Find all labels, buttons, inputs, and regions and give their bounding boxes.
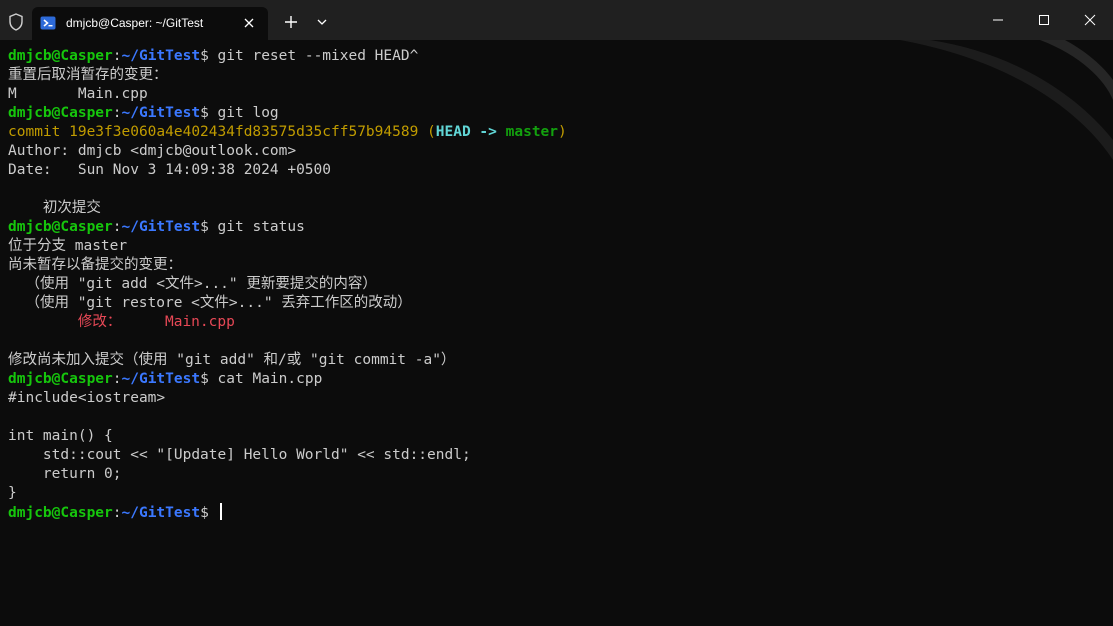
terminal-output[interactable]: dmjcb@Casper:~/GitTest$ git reset --mixe… (8, 47, 1108, 622)
prompt-user-host: dmjcb@Casper (8, 371, 113, 387)
commit-line: commit 19e3f3e060a4e402434fd83575d35cff5… (8, 123, 1108, 142)
tab-close-icon[interactable] (242, 16, 256, 30)
commit-label: commit (8, 124, 70, 140)
output-line: 尚未暂存以备提交的变更： (8, 257, 182, 273)
maximize-button[interactable] (1021, 0, 1067, 40)
minimize-button[interactable] (975, 0, 1021, 40)
prompt-separator: : (112, 105, 122, 121)
prompt-separator: : (112, 371, 122, 387)
prompt-path: ~/GitTest (121, 219, 201, 235)
prompt-separator: : (112, 505, 122, 521)
tab-gittest[interactable]: dmjcb@Casper: ~/GitTest (32, 7, 268, 40)
head-pointer: HEAD -> (435, 124, 506, 140)
command-text: git log (208, 105, 279, 121)
prompt-path: ~/GitTest (121, 505, 201, 521)
minimize-icon (993, 19, 1003, 21)
prompt-symbol: $ (200, 371, 209, 387)
prompt-user-host: dmjcb@Casper (8, 105, 113, 121)
commit-paren-open: ( (418, 124, 436, 140)
output-line: 初次提交 (8, 200, 101, 216)
prompt-line: dmjcb@Casper:~/GitTest$ git log (8, 104, 1108, 123)
prompt-user-host: dmjcb@Casper (8, 48, 113, 64)
prompt-line: dmjcb@Casper:~/GitTest$ git reset --mixe… (8, 47, 1108, 66)
code-line: #include<iostream> (8, 390, 166, 406)
modified-indent (8, 314, 78, 330)
command-text: git status (208, 219, 305, 235)
text-cursor (219, 503, 222, 520)
command-text: cat Main.cpp (208, 371, 323, 387)
plus-icon[interactable] (283, 14, 299, 30)
maximize-icon (1039, 15, 1049, 25)
prompt-user-host: dmjcb@Casper (8, 219, 113, 235)
commit-paren-close: ) (558, 124, 567, 140)
prompt-line: dmjcb@Casper:~/GitTest$ cat Main.cpp (8, 370, 1108, 389)
prompt-line: dmjcb@Casper:~/GitTest$ git status (8, 218, 1108, 237)
output-line: 重置后取消暂存的变更： (8, 67, 168, 83)
prompt-symbol: $ (200, 219, 209, 235)
modified-line: 修改： Main.cpp (8, 313, 1108, 332)
close-icon (1084, 14, 1096, 26)
output-line: 修改尚未加入提交（使用 "git add" 和/或 "git commit -a… (8, 352, 456, 368)
prompt-separator: : (112, 219, 122, 235)
output-line: （使用 "git restore <文件>..." 丢弃工作区的改动） (8, 295, 412, 311)
prompt-path: ~/GitTest (121, 48, 201, 64)
code-line: int main() { (8, 428, 113, 444)
prompt-path: ~/GitTest (121, 105, 201, 121)
code-line: std::cout << "[Update] Hello World" << s… (8, 447, 471, 463)
commit-hash: 19e3f3e060a4e402434fd83575d35cff57b94589 (69, 124, 419, 140)
output-line: M Main.cpp (8, 86, 148, 102)
prompt-separator: : (112, 48, 122, 64)
title-bar: dmjcb@Casper: ~/GitTest (0, 0, 1113, 40)
command-text (209, 505, 218, 521)
shield-icon[interactable] (6, 12, 26, 32)
prompt-symbol: $ (200, 105, 209, 121)
terminal-window: dmjcb@Casper: ~/GitTest dmjcb@Casper:~/G… (0, 0, 1113, 626)
output-line: Date: Sun Nov 3 14:09:38 2024 +0500 (8, 162, 332, 178)
prompt-user-host: dmjcb@Casper (8, 505, 113, 521)
prompt-symbol: $ (200, 48, 209, 64)
output-line: （使用 "git add <文件>..." 更新要提交的内容） (8, 276, 377, 292)
branch-name: master (505, 124, 559, 140)
prompt-path: ~/GitTest (121, 371, 201, 387)
code-line: return 0; (8, 466, 122, 482)
chevron-down-icon[interactable] (316, 17, 328, 27)
modified-file: 修改： Main.cpp (77, 314, 235, 330)
command-text: git reset --mixed HEAD^ (208, 48, 419, 64)
prompt-symbol: $ (200, 505, 209, 521)
prompt-line: dmjcb@Casper:~/GitTest$ (8, 503, 1108, 522)
tab-title: dmjcb@Casper: ~/GitTest (66, 16, 204, 30)
powershell-icon (40, 16, 56, 30)
output-line: Author: dmjcb <dmjcb@outlook.com> (8, 143, 297, 159)
code-line: } (8, 485, 17, 501)
output-line: 位于分支 master (8, 238, 128, 254)
close-button[interactable] (1067, 0, 1113, 40)
